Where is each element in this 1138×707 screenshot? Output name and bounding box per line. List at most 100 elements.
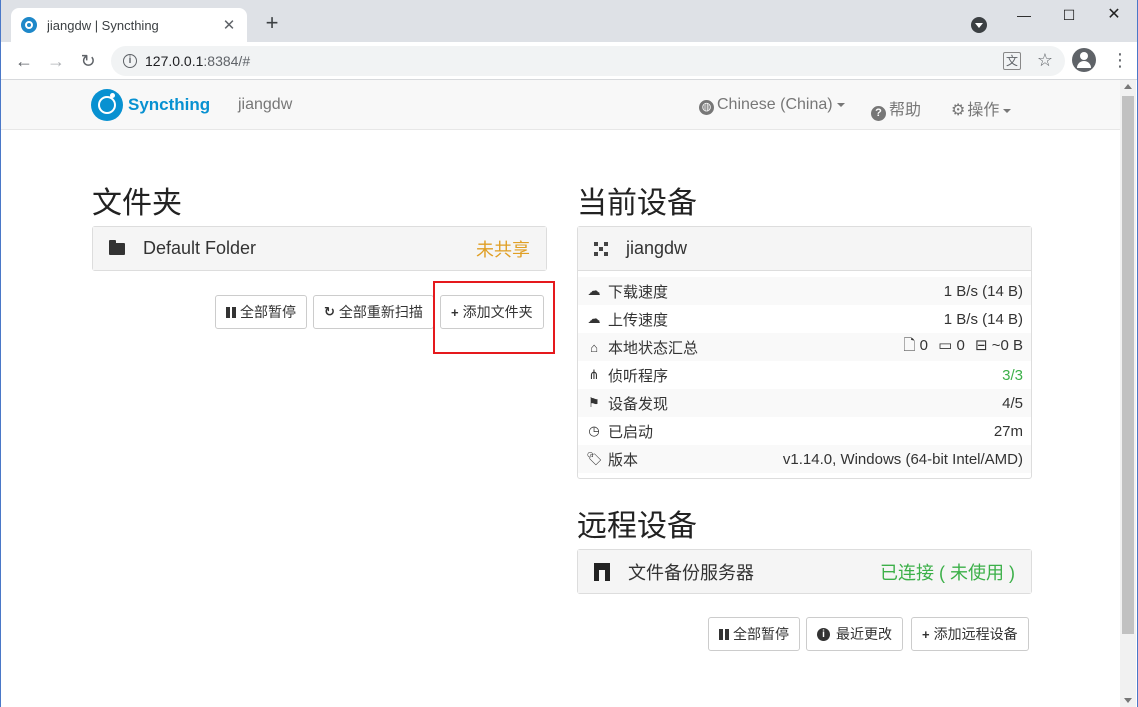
pause-all-devices-label: 全部暂停 — [733, 626, 789, 642]
window-close-button[interactable]: ✕ — [1099, 4, 1129, 26]
globe-icon: ◍ — [699, 100, 714, 115]
navbar-device-name: jiangdw — [238, 96, 293, 113]
pause-all-devices-button[interactable]: 全部暂停 — [708, 617, 800, 651]
stat-local-state: ⌂ 本地状态汇总 🗋 0 ▭ 0 ⊟ ~0 B — [578, 333, 1031, 361]
info-circle-icon: i — [817, 627, 830, 641]
remote-device-panel-heading[interactable]: 文件备份服务器 已连接 ( 未使用 ) — [578, 550, 1031, 593]
plus-icon: + — [922, 626, 930, 642]
stat-value[interactable]: 3/3 — [1002, 367, 1023, 384]
language-label: Chinese (China) — [717, 96, 833, 113]
window-minimize-button[interactable]: — — [1009, 4, 1039, 26]
remote-device-status: 已连接 ( 未使用 ) — [880, 562, 1015, 583]
folder-panel-heading[interactable]: Default Folder 未共享 — [93, 227, 546, 270]
add-remote-device-button[interactable]: + 添加远程设备 — [911, 617, 1029, 651]
site-info-icon[interactable]: i — [123, 54, 137, 68]
stat-label: 下载速度 — [608, 283, 669, 301]
forward-arrow-icon[interactable]: → — [43, 48, 69, 74]
cloud-upload-icon: ☁ — [587, 311, 601, 326]
remote-device-name: 文件备份服务器 — [628, 562, 754, 583]
tag-icon: 🏷 — [586, 451, 603, 466]
folders-heading: 文件夹 — [92, 187, 182, 220]
scroll-down-arrow-icon[interactable] — [1124, 698, 1132, 703]
browser-toolbar: ← → ↻ i 127.0.0.1:8384/# 文 ☆ ⋮ — [1, 42, 1137, 80]
rescan-all-button[interactable]: ↻ 全部重新扫描 — [313, 295, 434, 329]
identicon-icon — [594, 241, 608, 256]
tab-strip: jiangdw | Syncthing ✕ + — ☐ ✕ — [1, 0, 1137, 42]
this-device-heading: 当前设备 — [577, 187, 697, 220]
hdd-icon: ⊟ — [974, 336, 988, 354]
red-highlight-box — [433, 281, 555, 354]
file-count: 0 — [919, 336, 928, 354]
url-host: 127.0.0.1 — [145, 53, 204, 69]
stat-label: 侦听程序 — [608, 367, 669, 385]
stat-value: 27m — [993, 422, 1023, 440]
this-device-name: jiangdw — [626, 238, 688, 258]
tab-close-icon[interactable]: ✕ — [221, 16, 237, 34]
chevron-down-icon — [1003, 108, 1012, 113]
stat-value: 1 B/s (14 B) — [943, 282, 1023, 300]
actions-dropdown[interactable]: ⚙ 操作 — [951, 96, 1012, 120]
reload-icon[interactable]: ↻ — [75, 48, 101, 74]
browser-menu-icon[interactable]: ⋮ — [1111, 50, 1129, 70]
account-icon[interactable] — [1072, 48, 1096, 72]
signpost-icon: ⚑ — [588, 395, 600, 410]
add-remote-device-label: 添加远程设备 — [933, 626, 1018, 642]
stat-label: 版本 — [608, 451, 639, 469]
url-text: 127.0.0.1:8384/# — [145, 53, 250, 69]
stat-listeners: ⋔ 侦听程序 3/3 — [578, 361, 1031, 389]
syncthing-favicon-icon — [21, 17, 37, 33]
this-device-panel-heading[interactable]: jiangdw — [578, 227, 1031, 271]
file-icon: 🗋 — [903, 336, 916, 354]
tab-title: jiangdw | Syncthing — [47, 17, 159, 33]
language-dropdown[interactable]: ◍ Chinese (China) — [699, 96, 845, 115]
remote-device-panel[interactable]: 文件备份服务器 已连接 ( 未使用 ) — [577, 549, 1032, 594]
url-path: :8384/# — [203, 53, 251, 69]
stat-uptime: ◷ 已启动 27m — [578, 417, 1031, 445]
pause-icon — [226, 306, 236, 318]
stat-discovery: ⚑ 设备发现 4/5 — [578, 389, 1031, 417]
stat-value: 🗋 0 ▭ 0 ⊟ ~0 B — [903, 335, 1023, 360]
brand-link[interactable]: Syncthing — [91, 89, 210, 121]
folder-status: 未共享 — [476, 239, 530, 260]
actions-label: 操作 — [967, 102, 1000, 119]
pause-all-label: 全部暂停 — [240, 304, 296, 320]
page-scrollbar[interactable] — [1120, 80, 1136, 707]
new-tab-button[interactable]: + — [261, 12, 283, 36]
cloud-download-icon: ☁ — [587, 283, 601, 298]
stat-value[interactable]: 4/5 — [1002, 395, 1023, 412]
stat-label: 已启动 — [608, 423, 654, 441]
translate-icon[interactable]: 文 — [1003, 52, 1021, 70]
tab-search-icon[interactable] — [971, 17, 987, 33]
browser-tab[interactable]: jiangdw | Syncthing ✕ — [11, 8, 247, 42]
help-label: 帮助 — [889, 102, 922, 119]
folder-outline-icon: ▭ — [938, 336, 953, 354]
scroll-thumb[interactable] — [1122, 96, 1134, 634]
stat-label: 本地状态汇总 — [608, 339, 699, 357]
pause-icon — [719, 628, 729, 640]
back-arrow-icon[interactable]: ← — [11, 48, 37, 74]
stat-upload-rate: ☁ 上传速度 1 B/s (14 B) — [578, 305, 1031, 333]
pause-all-folders-button[interactable]: 全部暂停 — [215, 295, 307, 329]
scroll-up-arrow-icon[interactable] — [1124, 84, 1132, 89]
bookmark-star-icon[interactable]: ☆ — [1037, 50, 1053, 71]
stat-label: 上传速度 — [608, 311, 669, 329]
total-size: ~0 B — [991, 336, 1023, 354]
top-navbar: Syncthing jiangdw ◍ Chinese (China) ? 帮助 ⚙… — [1, 80, 1121, 130]
this-device-stats: ☁ 下载速度 1 B/s (14 B) ☁ 上传速度 1 B/s (14 B) … — [578, 271, 1031, 473]
help-link[interactable]: ? 帮助 — [871, 96, 921, 121]
folder-panel[interactable]: Default Folder 未共享 — [92, 226, 547, 271]
window-maximize-button[interactable]: ☐ — [1054, 4, 1084, 26]
refresh-icon: ↻ — [324, 304, 335, 319]
folder-name: Default Folder — [143, 238, 257, 258]
syncthing-page: Syncthing jiangdw ◍ Chinese (China) ? 帮助 ⚙… — [0, 80, 1138, 707]
home-icon: ⌂ — [590, 339, 598, 355]
folder-icon — [109, 239, 125, 255]
recent-changes-label: 最近更改 — [836, 626, 892, 642]
server-icon — [594, 562, 610, 581]
stat-version: 🏷 版本 v1.14.0, Windows (64-bit Intel/AMD) — [578, 445, 1031, 473]
remote-devices-heading: 远程设备 — [577, 510, 697, 543]
syncthing-logo-icon — [91, 89, 123, 121]
browser-chrome: jiangdw | Syncthing ✕ + — ☐ ✕ ← → ↻ i 12… — [0, 0, 1138, 80]
recent-changes-button[interactable]: i 最近更改 — [806, 617, 903, 651]
address-bar[interactable]: i 127.0.0.1:8384/# 文 ☆ — [111, 46, 1065, 76]
